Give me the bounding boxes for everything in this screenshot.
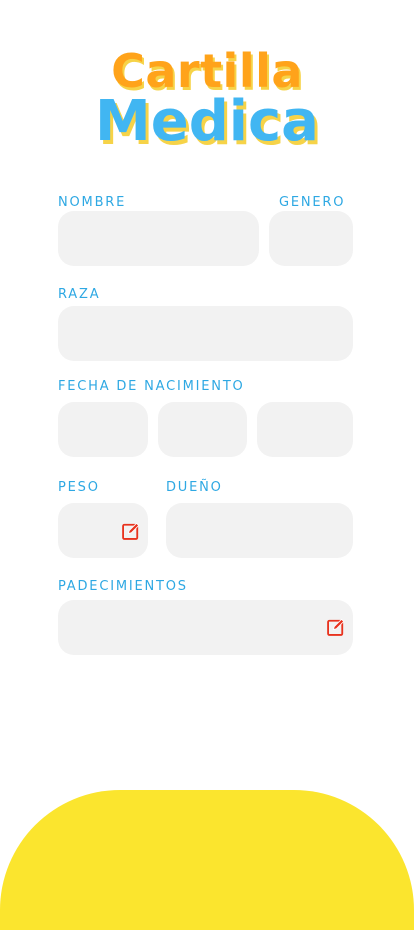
edit-icon[interactable]	[121, 521, 141, 541]
padecimientos-label: PADECIMIENTOS	[58, 579, 188, 594]
nombre-field[interactable]	[58, 211, 259, 266]
title-line-2: Medica	[95, 89, 319, 154]
raza-label: RAZA	[58, 287, 101, 302]
app-title: Cartilla Medica	[0, 44, 414, 150]
fecha-month-field[interactable]	[158, 402, 247, 457]
peso-label: PESO	[58, 480, 100, 495]
edit-icon[interactable]	[326, 617, 346, 637]
padecimientos-field[interactable]	[58, 600, 353, 655]
genero-label: GENERO	[279, 195, 346, 210]
dueno-field[interactable]	[166, 503, 353, 558]
fecha-year-field[interactable]	[257, 402, 353, 457]
bottom-decoration	[0, 790, 414, 930]
fecha-day-field[interactable]	[58, 402, 148, 457]
raza-field[interactable]	[58, 306, 353, 361]
dueno-label: DUEÑO	[166, 480, 223, 495]
nombre-label: NOMBRE	[58, 195, 127, 210]
fecha-label: FECHA DE NACIMIENTO	[58, 379, 245, 394]
genero-field[interactable]	[269, 211, 353, 266]
